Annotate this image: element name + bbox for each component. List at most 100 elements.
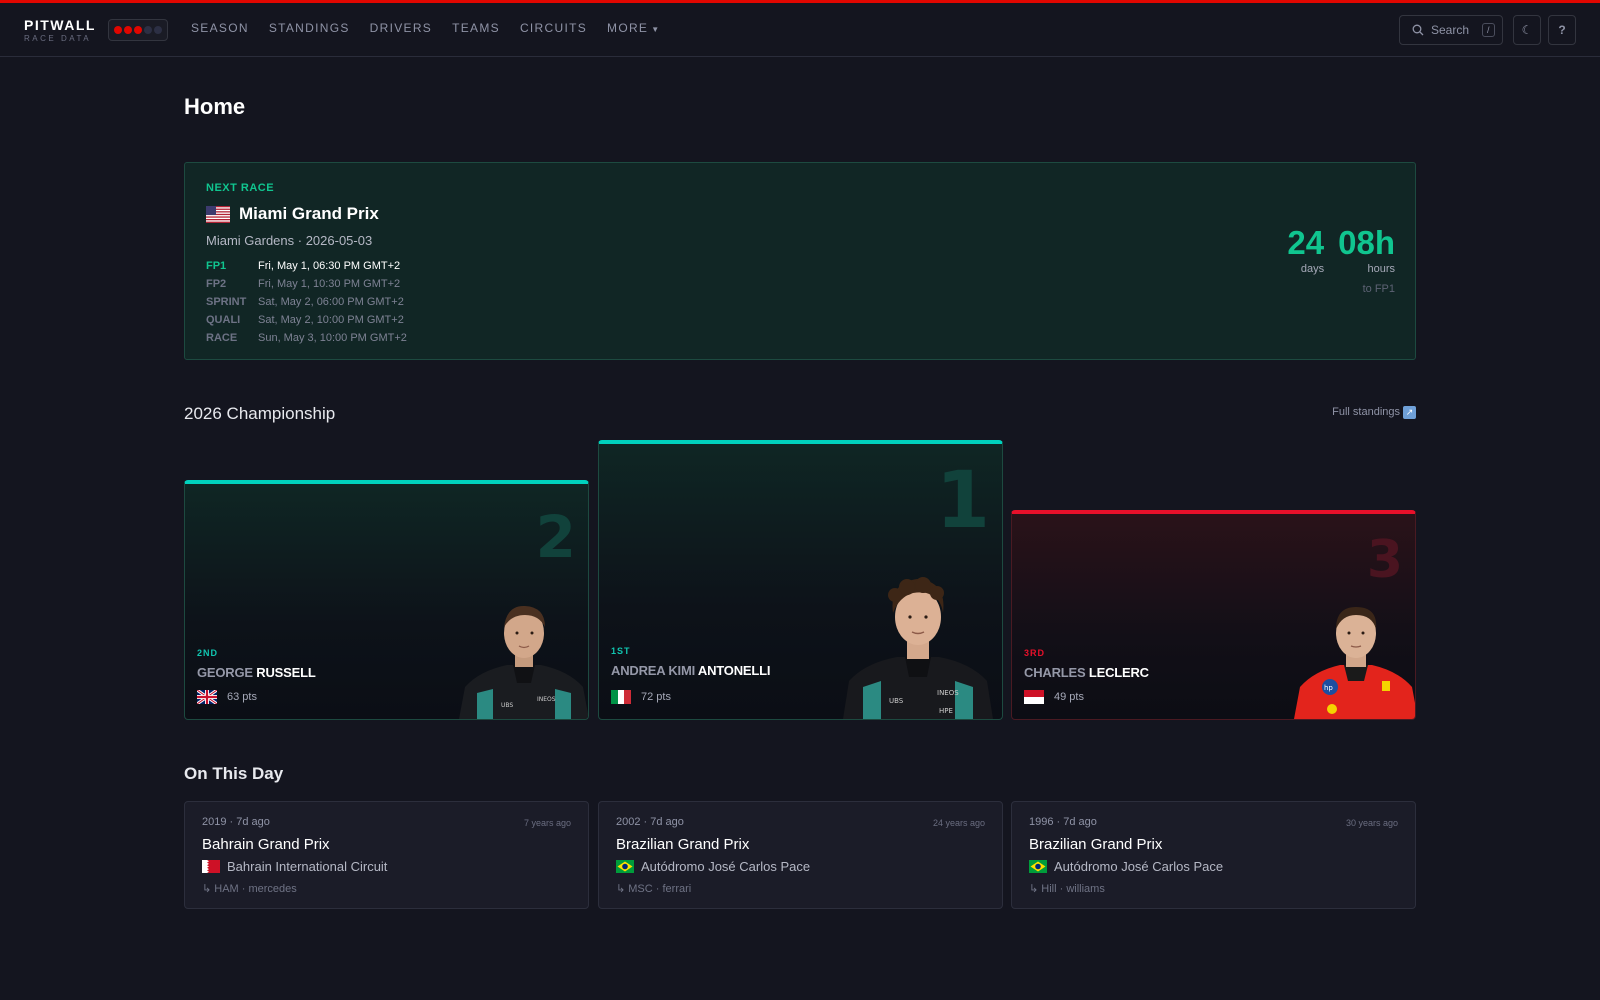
on-this-day-card[interactable]: 2019 · 7d ago 7 years ago Bahrain Grand … <box>184 801 589 909</box>
help-button[interactable]: ? <box>1548 15 1576 45</box>
race-countdown: 24 days 08h hours to FP1 <box>1287 224 1395 296</box>
driver-first-name: CHARLES <box>1024 665 1086 680</box>
driver-points: 63 pts <box>227 691 257 703</box>
br-flag-icon <box>616 860 634 873</box>
next-race-location: Miami Gardens · 2026-05-03 <box>206 233 373 248</box>
session-row-fp1: FP1 Fri, May 1, 06:30 PM GMT+2 <box>206 257 407 275</box>
brand-subtitle: RACE DATA <box>24 34 92 43</box>
race-name: Bahrain Grand Prix <box>202 836 330 853</box>
on-this-day-card[interactable]: 1996 · 7d ago 30 years ago Brazilian Gra… <box>1011 801 1416 909</box>
session-name: FP1 <box>206 260 227 272</box>
circuit-row: Autódromo José Carlos Pace <box>616 859 810 874</box>
countdown-hours-label: hours <box>1367 263 1395 275</box>
circuit-row: Autódromo José Carlos Pace <box>1029 859 1223 874</box>
next-race-card[interactable]: NEXT RACE Miami Grand Prix Miami Gardens… <box>184 162 1416 360</box>
brand-name: PITWALL <box>24 17 96 33</box>
svg-text:INEOS: INEOS <box>937 689 959 697</box>
nav-more-label: MORE <box>607 21 649 35</box>
circuit-name: Autódromo José Carlos Pace <box>641 859 811 874</box>
podium-card-p1[interactable]: 1 UBS INEOS HPE 1ST ANDREA KIMI ANTONELL… <box>598 440 1003 720</box>
driver-name: GEORGE RUSSELL <box>197 665 316 680</box>
session-time: Sat, May 2, 06:00 PM GMT+2 <box>258 296 404 308</box>
years-ago: 30 years ago <box>1345 818 1398 828</box>
podium-card-p3[interactable]: 3 hp 3RD CHARLES LECLERC 49 pts <box>1011 510 1416 720</box>
svg-text:hp: hp <box>1324 684 1333 692</box>
caret-down-icon: ▼ <box>651 25 661 34</box>
race-lights-icon <box>108 19 168 41</box>
driver-portrait: hp <box>1294 607 1415 719</box>
top-navbar: PITWALL RACE DATA SEASON STANDINGS DRIVE… <box>0 3 1600 57</box>
session-time: Fri, May 1, 10:30 PM GMT+2 <box>258 278 401 290</box>
session-row-sprint: SPRINT Sat, May 2, 06:00 PM GMT+2 <box>206 293 407 311</box>
brand-logo[interactable]: PITWALL RACE DATA <box>24 17 96 43</box>
nav-more[interactable]: MORE ▼ <box>607 21 660 35</box>
driver-points-row: 63 pts <box>197 690 257 704</box>
session-time: Sat, May 2, 10:00 PM GMT+2 <box>258 314 404 326</box>
session-name: RACE <box>206 332 238 344</box>
session-schedule: FP1 Fri, May 1, 06:30 PM GMT+2 FP2 Fri, … <box>206 257 407 347</box>
moon-icon: ☾ <box>1521 23 1533 37</box>
main-nav: SEASON STANDINGS DRIVERS TEAMS CIRCUITS … <box>191 21 680 35</box>
gb-flag-icon <box>197 690 217 704</box>
position-number: 3 <box>1366 530 1403 590</box>
full-standings-label: Full standings <box>1332 406 1400 418</box>
countdown-target: to FP1 <box>1362 283 1395 295</box>
session-row-quali: QUALI Sat, May 2, 10:00 PM GMT+2 <box>206 311 407 329</box>
br-flag-icon <box>1029 860 1047 873</box>
full-standings-link[interactable]: Full standings ↗ <box>1332 406 1416 419</box>
position-number: 1 <box>935 456 990 546</box>
session-time: Fri, May 1, 06:30 PM GMT+2 <box>258 260 401 272</box>
driver-points-row: 49 pts <box>1024 690 1084 704</box>
nav-circuits[interactable]: CIRCUITS <box>520 21 587 35</box>
session-time: Sun, May 3, 10:00 PM GMT+2 <box>258 332 407 344</box>
countdown-days: 24 <box>1287 224 1325 261</box>
us-flag-icon <box>206 205 230 223</box>
help-label: ? <box>1558 23 1566 37</box>
countdown-hours: 08h <box>1338 224 1395 261</box>
next-race-title: Miami Grand Prix <box>206 204 379 224</box>
race-winner: ↳ Hill · williams <box>1029 883 1105 895</box>
on-this-day-card[interactable]: 2002 · 7d ago 24 years ago Brazilian Gra… <box>598 801 1003 909</box>
session-name: FP2 <box>206 278 227 290</box>
svg-text:UBS: UBS <box>501 702 513 709</box>
page-title: Home <box>184 94 246 119</box>
driver-last-name: ANTONELLI <box>697 663 771 678</box>
it-flag-icon <box>611 690 631 704</box>
race-year-meta: 1996 · 7d ago <box>1029 816 1097 828</box>
championship-title: 2026 Championship <box>184 404 336 423</box>
nav-teams[interactable]: TEAMS <box>452 21 500 35</box>
search-icon <box>1412 24 1424 36</box>
session-row-race: RACE Sun, May 3, 10:00 PM GMT+2 <box>206 329 407 347</box>
nav-standings[interactable]: STANDINGS <box>269 21 350 35</box>
years-ago: 24 years ago <box>932 818 985 828</box>
position-label: 2ND <box>197 648 219 658</box>
nav-season[interactable]: SEASON <box>191 21 249 35</box>
driver-last-name: LECLERC <box>1088 665 1149 680</box>
next-race-label: NEXT RACE <box>206 182 275 194</box>
race-year-meta: 2019 · 7d ago <box>202 816 270 828</box>
years-ago: 7 years ago <box>523 818 571 828</box>
position-label: 3RD <box>1024 648 1046 658</box>
theme-toggle-button[interactable]: ☾ <box>1513 15 1541 45</box>
race-name: Brazilian Grand Prix <box>1029 836 1163 853</box>
svg-text:HPE: HPE <box>939 707 953 715</box>
session-name: QUALI <box>206 314 241 326</box>
next-race-name: Miami Grand Prix <box>239 204 379 223</box>
nav-drivers[interactable]: DRIVERS <box>370 21 432 35</box>
on-this-day-title: On This Day <box>184 764 284 783</box>
driver-name: CHARLES LECLERC <box>1024 665 1149 680</box>
race-year-meta: 2002 · 7d ago <box>616 816 684 828</box>
race-winner: ↳ HAM · mercedes <box>202 883 297 895</box>
driver-points-row: 72 pts <box>611 690 671 704</box>
race-name: Brazilian Grand Prix <box>616 836 750 853</box>
driver-first-name: ANDREA KIMI <box>611 663 695 678</box>
driver-portrait: UBS INEOS <box>459 605 588 719</box>
session-row-fp2: FP2 Fri, May 1, 10:30 PM GMT+2 <box>206 275 407 293</box>
position-number: 2 <box>535 503 576 571</box>
driver-points: 72 pts <box>641 691 671 703</box>
race-winner: ↳ MSC · ferrari <box>616 883 692 895</box>
circuit-name: Autódromo José Carlos Pace <box>1054 859 1224 874</box>
search-button[interactable]: Search / <box>1399 15 1503 45</box>
position-label: 1ST <box>611 646 631 656</box>
podium-card-p2[interactable]: 2 UBS INEOS 2ND GEORGE RUSSELL 63 pts <box>184 480 589 720</box>
